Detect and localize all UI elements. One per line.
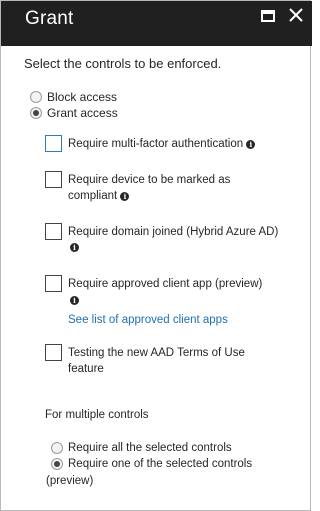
radio-label: Require all the selected controls xyxy=(68,442,232,454)
terms-of-use-checkbox[interactable] xyxy=(45,344,62,361)
domain-joined-label: Require domain joined (Hybrid Azure AD) xyxy=(68,226,279,238)
grant-access-radio[interactable]: Grant access xyxy=(30,106,118,120)
mfa-checkbox[interactable] xyxy=(45,135,62,152)
control-label: Testing the new AAD Terms of Use feature xyxy=(68,345,245,377)
compliant-device-checkbox[interactable] xyxy=(45,171,62,188)
radio-button[interactable] xyxy=(51,442,63,454)
terms-of-use-label-line1: Testing the new AAD Terms of Use xyxy=(68,347,245,359)
radio-button[interactable] xyxy=(30,91,42,103)
info-icon[interactable]: i xyxy=(70,243,79,252)
control-label: Require device to be marked as compliant… xyxy=(68,172,230,204)
info-icon[interactable]: i xyxy=(246,140,256,149)
block-access-radio[interactable]: Block access xyxy=(30,90,117,104)
domain-joined-checkbox[interactable] xyxy=(45,223,62,240)
require-one-continuation: (preview) xyxy=(46,475,94,487)
require-one-radio[interactable]: Require one of the selected controls xyxy=(51,458,252,470)
close-icon[interactable] xyxy=(288,5,304,25)
control-label: Require multi-factor authentication i xyxy=(68,136,256,152)
require-all-radio[interactable]: Require all the selected controls xyxy=(51,442,232,454)
maximize-icon[interactable] xyxy=(261,10,275,22)
terms-of-use-label-line2: feature xyxy=(68,363,104,375)
control-label: Require approved client app (preview) xyxy=(68,276,262,292)
compliant-device-label-line1: Require device to be marked as xyxy=(68,174,231,186)
info-icon[interactable]: i xyxy=(120,192,130,201)
multiple-controls-heading: For multiple controls xyxy=(45,409,149,421)
blade-title: Grant xyxy=(25,8,74,29)
approved-client-app-checkbox[interactable] xyxy=(45,275,62,292)
radio-label: Require one of the selected controls xyxy=(68,458,253,470)
control-label: Require domain joined (Hybrid Azure AD) xyxy=(68,224,278,240)
grant-blade: Grant Select the controls to be enforced… xyxy=(0,0,312,511)
radio-button-selected[interactable] xyxy=(30,107,42,119)
instruction-text: Select the controls to be enforced. xyxy=(24,56,222,71)
info-icon[interactable]: i xyxy=(70,296,79,305)
mfa-label: Require multi-factor authentication xyxy=(68,138,244,150)
compliant-device-label-line2: compliant xyxy=(68,190,118,202)
radio-label: Block access xyxy=(47,90,118,104)
radio-label: Grant access xyxy=(47,106,118,120)
blade-header: Grant xyxy=(1,1,312,46)
radio-button-selected[interactable] xyxy=(51,458,63,470)
approved-apps-link[interactable]: See list of approved client apps xyxy=(68,314,228,326)
approved-client-app-label: Require approved client app (preview) xyxy=(68,278,263,290)
